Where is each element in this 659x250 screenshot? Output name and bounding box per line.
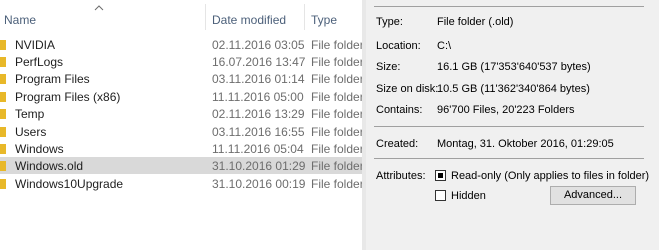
type-label: Type:: [376, 16, 403, 28]
folder-icon: [0, 92, 6, 102]
folder-icon: [0, 57, 6, 67]
contains-label: Contains:: [376, 104, 423, 116]
file-row[interactable]: PerfLogs 16.07.2016 13:47 File folder: [0, 53, 362, 70]
separator-line: [374, 6, 644, 7]
file-type: File folder: [311, 177, 362, 191]
column-separator[interactable]: [205, 4, 206, 30]
folder-icon: [0, 109, 6, 119]
created-label: Created:: [376, 138, 419, 150]
file-type: File folder: [311, 107, 362, 121]
file-type: File folder: [311, 72, 362, 86]
folder-icon: [0, 161, 6, 171]
readonly-checkbox-label[interactable]: Read-only (Only applies to files in fold…: [451, 170, 649, 182]
file-row[interactable]: Windows10Upgrade 31.10.2016 00:19 File f…: [0, 175, 362, 192]
file-type: File folder: [311, 38, 362, 52]
file-date-modified: 02.11.2016 13:29: [212, 107, 305, 121]
file-name: Windows.old: [15, 159, 84, 173]
file-row-selected[interactable]: Windows.old 31.10.2016 01:29 File folder: [0, 157, 362, 174]
file-date-modified: 16.07.2016 13:47: [212, 55, 306, 69]
size-on-disk-label: Size on disk:: [376, 83, 439, 95]
size-label: Size:: [376, 61, 401, 73]
separator-line: [374, 126, 644, 127]
attributes-label: Attributes:: [376, 170, 426, 182]
folder-icon: [0, 127, 6, 137]
size-value: 16.1 GB (17'353'640'537 bytes): [437, 61, 591, 73]
file-name: Program Files (x86): [15, 90, 121, 104]
file-row[interactable]: Users 03.11.2016 16:55 File folder: [0, 123, 362, 140]
folder-icon: [0, 74, 6, 84]
file-date-modified: 03.11.2016 01:14: [212, 72, 305, 86]
file-row[interactable]: Windows 11.11.2016 05:04 File folder: [0, 140, 362, 157]
file-row[interactable]: Program Files (x86) 11.11.2016 05:00 Fil…: [0, 88, 362, 105]
file-name: PerfLogs: [15, 55, 64, 69]
file-date-modified: 31.10.2016 00:19: [212, 177, 306, 191]
file-name: NVIDIA: [15, 38, 56, 52]
folder-icon: [0, 144, 6, 154]
chevron-up-icon[interactable]: [94, 5, 104, 11]
column-header-date-modified[interactable]: Date modified: [212, 13, 286, 27]
file-date-modified: 11.11.2016 05:00: [212, 90, 304, 104]
hidden-checkbox[interactable]: [435, 190, 446, 201]
file-date-modified: 02.11.2016 03:05: [212, 38, 305, 52]
file-name: Temp: [15, 107, 45, 121]
file-row[interactable]: NVIDIA 02.11.2016 03:05 File folder: [0, 36, 362, 53]
advanced-button[interactable]: Advanced...: [550, 186, 636, 205]
file-type: File folder: [311, 90, 362, 104]
file-type: File folder: [311, 159, 362, 173]
readonly-checkbox[interactable]: [435, 170, 446, 181]
file-row[interactable]: Temp 02.11.2016 13:29 File folder: [0, 105, 362, 122]
column-header-name[interactable]: Name: [4, 13, 36, 27]
column-header-type[interactable]: Type: [311, 13, 337, 27]
file-type: File folder: [311, 125, 362, 139]
location-label: Location:: [376, 40, 421, 52]
column-separator[interactable]: [304, 4, 305, 30]
file-name: Users: [15, 125, 47, 139]
location-value: C:\: [437, 40, 452, 52]
separator-line: [374, 158, 644, 159]
folder-icon: [0, 40, 6, 50]
type-value: File folder (.old): [437, 16, 514, 28]
size-on-disk-value: 10.5 GB (11'362'340'864 bytes): [437, 83, 590, 95]
file-name: Windows10Upgrade: [15, 177, 124, 191]
file-date-modified: 03.11.2016 16:55: [212, 125, 305, 139]
properties-dialog: Type: File folder (.old) Location: C:\ S…: [366, 0, 659, 250]
file-type: File folder: [311, 142, 362, 156]
file-explorer-list: Name Date modified Type NVIDIA 02.11.201…: [0, 0, 362, 250]
file-date-modified: 31.10.2016 01:29: [212, 159, 306, 173]
file-row[interactable]: Program Files 03.11.2016 01:14 File fold…: [0, 70, 362, 87]
file-name: Windows: [15, 142, 64, 156]
folder-icon: [0, 179, 6, 189]
created-value: Montag, 31. Oktober 2016, 01:29:05: [437, 138, 614, 150]
file-name: Program Files: [15, 72, 90, 86]
file-type: File folder: [311, 55, 362, 69]
file-date-modified: 11.11.2016 05:04: [212, 142, 304, 156]
hidden-checkbox-label[interactable]: Hidden: [451, 190, 486, 202]
contains-value: 96'700 Files, 20'223 Folders: [437, 104, 575, 116]
